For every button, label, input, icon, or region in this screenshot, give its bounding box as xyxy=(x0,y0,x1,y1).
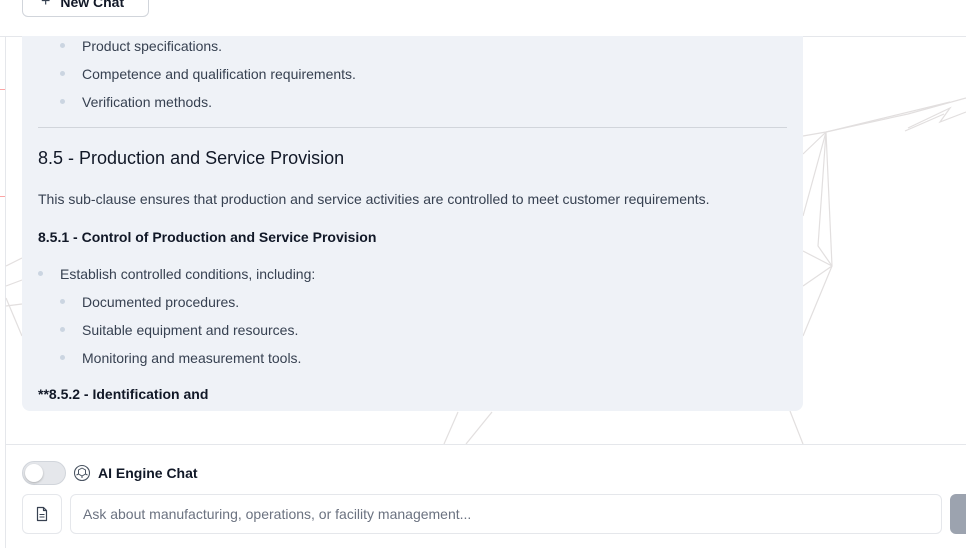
new-chat-label: New Chat xyxy=(60,0,125,10)
bullet xyxy=(60,71,65,76)
attach-file-button[interactable] xyxy=(22,494,62,534)
file-icon xyxy=(36,506,48,522)
list-item: Competence and qualification requirement… xyxy=(60,66,356,82)
list-item: Suitable equipment and resources. xyxy=(60,322,298,338)
bullet xyxy=(60,299,65,304)
left-accent-line xyxy=(0,89,5,90)
top-bar: + New Chat xyxy=(0,0,966,37)
list-item: Product specifications. xyxy=(60,38,222,54)
ai-engine-label: AI Engine Chat xyxy=(98,465,198,481)
ai-engine-icon xyxy=(73,464,91,482)
chat-composer: AI Engine Chat xyxy=(6,444,966,549)
horizontal-rule xyxy=(38,127,787,128)
bullet xyxy=(60,355,65,360)
left-accent-line xyxy=(0,196,5,197)
send-button[interactable] xyxy=(950,494,966,534)
list-item: Documented procedures. xyxy=(60,294,239,310)
list-item: Establish controlled conditions, includi… xyxy=(38,266,315,282)
ai-engine-toggle[interactable] xyxy=(22,461,66,485)
bullet xyxy=(38,271,43,276)
list-item: Verification methods. xyxy=(60,94,212,110)
subsection-heading: 8.5.1 - Control of Production and Servic… xyxy=(38,229,377,245)
bullet xyxy=(60,99,65,104)
toggle-knob xyxy=(25,464,43,482)
assistant-message: Product specifications. Competence and q… xyxy=(22,36,803,411)
next-section-heading: **8.5.2 - Identification and xyxy=(38,386,209,402)
chat-input[interactable] xyxy=(70,494,942,534)
section-paragraph: This sub-clause ensures that production … xyxy=(38,191,710,207)
list-item: Monitoring and measurement tools. xyxy=(60,350,301,366)
bullet xyxy=(60,327,65,332)
bullet xyxy=(60,43,65,48)
plus-icon: + xyxy=(41,0,51,10)
new-chat-button[interactable]: + New Chat xyxy=(22,0,149,17)
section-heading: 8.5 - Production and Service Provision xyxy=(38,148,345,168)
